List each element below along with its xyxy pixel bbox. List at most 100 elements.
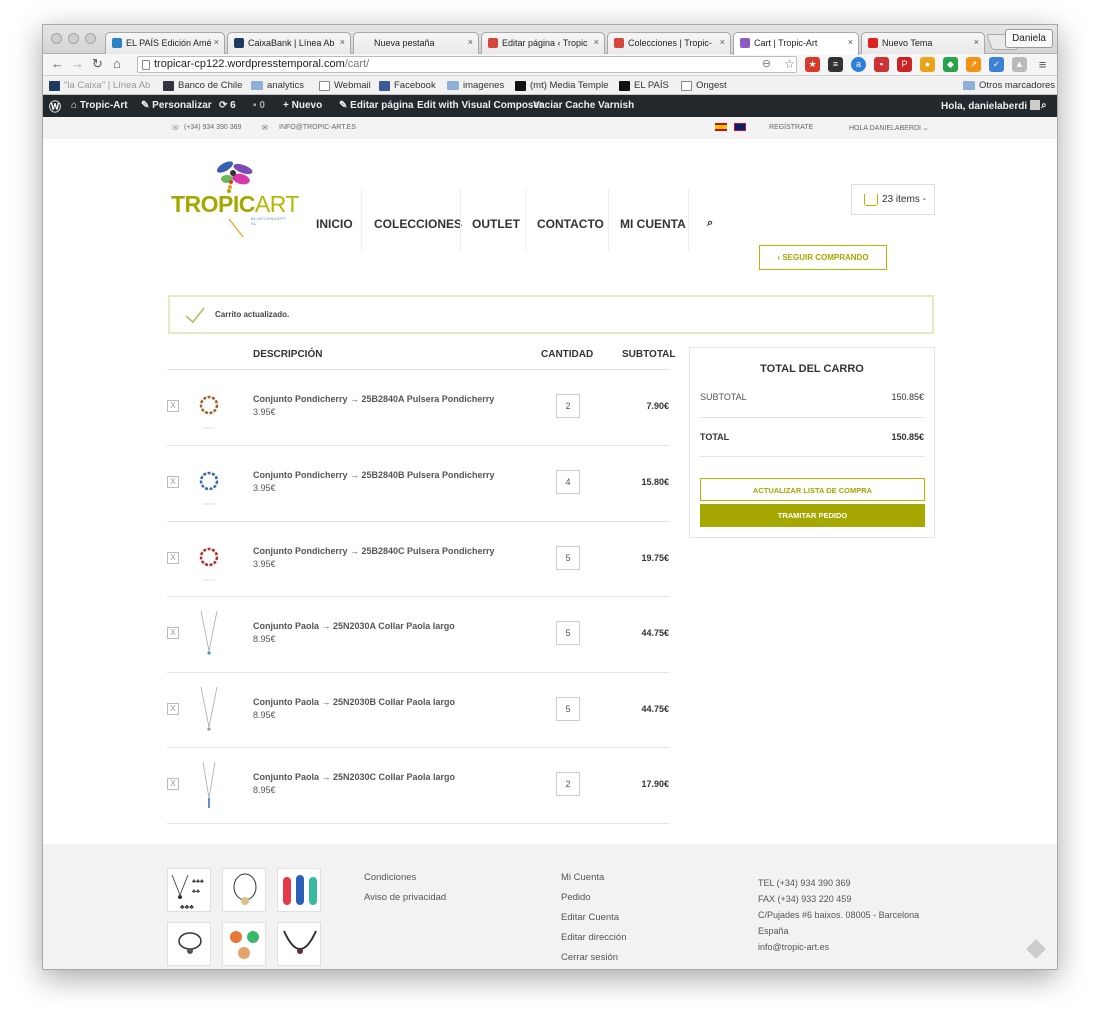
product-name[interactable]: Conjunto Pondicherry → 25B2840A Pulsera …: [253, 394, 494, 404]
nav-contacto[interactable]: CONTACTO: [537, 217, 604, 231]
remove-item-button[interactable]: X: [167, 552, 179, 564]
product-name[interactable]: Conjunto Paola → 25N2030B Collar Paola l…: [253, 697, 455, 707]
update-cart-button[interactable]: ACTUALIZAR LISTA DE COMPRA: [700, 478, 925, 501]
bookmark-imagenes[interactable]: imagenes: [447, 80, 504, 91]
a-extension-icon[interactable]: a: [851, 57, 866, 72]
pin-extension-icon[interactable]: P: [897, 57, 912, 72]
spain-flag-icon[interactable]: [715, 123, 727, 131]
chart-extension-icon[interactable]: ↗: [966, 57, 981, 72]
star-extension-icon[interactable]: ★: [805, 57, 820, 72]
search-icon[interactable]: ⌕: [707, 217, 713, 230]
quantity-input[interactable]: 4: [556, 470, 580, 494]
bookmark-other[interactable]: Otros marcadores: [963, 80, 1055, 91]
continue-shopping-button[interactable]: ‹ SEGUIR COMPRANDO: [759, 245, 887, 270]
footer-link-edit-account[interactable]: Editar Cuenta: [561, 912, 619, 923]
wp-varnish-link[interactable]: Vaciar Cache Varnish: [533, 100, 634, 111]
quantity-input[interactable]: 2: [556, 772, 580, 796]
close-tab-icon[interactable]: ×: [594, 37, 599, 47]
reload-icon[interactable]: ↻: [92, 57, 103, 71]
search-icon[interactable]: ⌕: [1041, 100, 1047, 111]
necklace-thumbnail[interactable]: [189, 683, 229, 737]
green-extension-icon[interactable]: ◆: [943, 57, 958, 72]
menu-icon[interactable]: ≡: [1035, 57, 1050, 72]
product-name[interactable]: Conjunto Paola → 25N2030C Collar Paola l…: [253, 772, 455, 782]
remove-item-button[interactable]: X: [167, 703, 179, 715]
wp-edit-page-link[interactable]: ✎ Editar página: [339, 100, 414, 111]
footer-link-logout[interactable]: Cerrar sesión: [561, 952, 618, 963]
bookmark-webmail[interactable]: Webmail: [319, 80, 371, 91]
product-name[interactable]: Conjunto Paola → 25N2030A Collar Paola l…: [253, 621, 455, 631]
footer-product-thumbnail[interactable]: [277, 868, 321, 912]
wp-site-link[interactable]: ⌂ Tropic-Art: [71, 100, 128, 111]
footer-product-thumbnail[interactable]: [277, 922, 321, 966]
bracelet-thumbnail[interactable]: [189, 456, 229, 510]
footer-product-thumbnail[interactable]: ♣♣♣ ♣♣ ♣♣♣: [167, 868, 211, 912]
bookmark-media-temple[interactable]: (mt) Media Temple: [515, 80, 609, 91]
colors-extension-icon[interactable]: ●: [920, 57, 935, 72]
nav-mi-cuenta[interactable]: MI CUENTA: [620, 217, 686, 231]
footer-link-orders[interactable]: Pedido: [561, 892, 591, 903]
bookmark-facebook[interactable]: Facebook: [379, 80, 436, 91]
checkout-button[interactable]: TRAMITAR PEDIDO: [700, 504, 925, 527]
bookmark-ongest[interactable]: Ongest: [681, 80, 727, 91]
footer-link-privacy[interactable]: Aviso de privacidad: [364, 892, 446, 903]
wp-customize-link[interactable]: ✎ Personalizar: [141, 100, 212, 111]
close-tab-icon[interactable]: ×: [340, 37, 345, 47]
product-name[interactable]: Conjunto Pondicherry → 25B2840B Pulsera …: [253, 470, 495, 480]
buffer-extension-icon[interactable]: ≡: [828, 57, 843, 72]
bookmark-la-caixa[interactable]: "la Caixa" | Línea Ab: [49, 80, 150, 91]
bracelet-thumbnail[interactable]: [189, 532, 229, 586]
bookmark-star-icon[interactable]: ☆: [782, 57, 797, 72]
zoom-icon[interactable]: ⊖: [759, 57, 774, 72]
footer-link-account[interactable]: Mi Cuenta: [561, 872, 604, 883]
footer-link-conditions[interactable]: Condiciones: [364, 872, 416, 883]
close-window-button[interactable]: [51, 33, 62, 44]
tab-nuevo-tema[interactable]: Nuevo Tema ×: [861, 32, 985, 54]
close-tab-icon[interactable]: ×: [468, 37, 473, 47]
bookmark-el-pais[interactable]: EL PAÍS: [619, 80, 669, 91]
back-to-top-icon[interactable]: [1026, 939, 1046, 959]
home-icon[interactable]: ⌂: [113, 57, 121, 71]
quantity-input[interactable]: 5: [556, 697, 580, 721]
tab-el-pais[interactable]: EL PAÍS Edición Amé ×: [105, 32, 225, 54]
tab-caixabank[interactable]: CaixaBank | Línea Ab ×: [227, 32, 351, 54]
tab-cart[interactable]: Cart | Tropic-Art ×: [733, 32, 859, 55]
footer-link-edit-address[interactable]: Editar dirección: [561, 932, 626, 943]
remove-item-button[interactable]: X: [167, 476, 179, 488]
uk-flag-icon[interactable]: [734, 123, 746, 131]
remove-item-button[interactable]: X: [167, 627, 179, 639]
zoom-window-button[interactable]: [85, 33, 96, 44]
product-name[interactable]: Conjunto Pondicherry → 25B2840C Pulsera …: [253, 546, 495, 556]
remove-item-button[interactable]: X: [167, 400, 179, 412]
wp-account-link[interactable]: Hola, danielaberdi: [941, 100, 1040, 112]
necklace-thumbnail[interactable]: [189, 758, 229, 812]
footer-product-thumbnail[interactable]: [167, 922, 211, 966]
account-menu[interactable]: HOLA DANIELABERDI ⌄: [849, 124, 929, 132]
tab-colecciones[interactable]: Colecciones | Tropic- ×: [607, 32, 731, 54]
footer-email[interactable]: info@tropic-art.es: [758, 942, 829, 952]
close-tab-icon[interactable]: ×: [848, 37, 853, 47]
bookmark-analytics[interactable]: analytics: [251, 80, 304, 91]
close-tab-icon[interactable]: ×: [214, 37, 219, 47]
site-logo[interactable]: TROPICART BLUECONCEPT SL: [171, 151, 299, 238]
profile-button[interactable]: Daniela: [1005, 29, 1053, 48]
forward-icon[interactable]: →: [71, 57, 84, 71]
remove-item-button[interactable]: X: [167, 778, 179, 790]
wp-new-link[interactable]: + Nuevo: [283, 100, 322, 111]
wp-comments-link[interactable]: ▪ 0: [253, 100, 265, 111]
necklace-thumbnail[interactable]: [189, 607, 229, 661]
close-tab-icon[interactable]: ×: [974, 37, 979, 47]
bracelet-thumbnail[interactable]: [189, 380, 229, 434]
drive-extension-icon[interactable]: ▲: [1012, 57, 1027, 72]
url-input[interactable]: tropicar-cp122.wordpresstemporal.com/car…: [137, 56, 797, 73]
footer-product-thumbnail[interactable]: [222, 922, 266, 966]
close-tab-icon[interactable]: ×: [720, 37, 725, 47]
nav-outlet[interactable]: OUTLET: [472, 217, 520, 231]
tab-new[interactable]: Nueva pestaña ×: [353, 32, 479, 54]
wp-visual-composer-link[interactable]: Edit with Visual Composer: [417, 100, 543, 111]
wp-updates-link[interactable]: ⟳ 6: [219, 100, 236, 111]
footer-product-thumbnail[interactable]: [222, 868, 266, 912]
quantity-input[interactable]: 2: [556, 394, 580, 418]
header-cart-button[interactable]: 23 items -: [851, 184, 935, 215]
tab-edit-page[interactable]: Editar página ‹ Tropic ×: [481, 32, 605, 54]
